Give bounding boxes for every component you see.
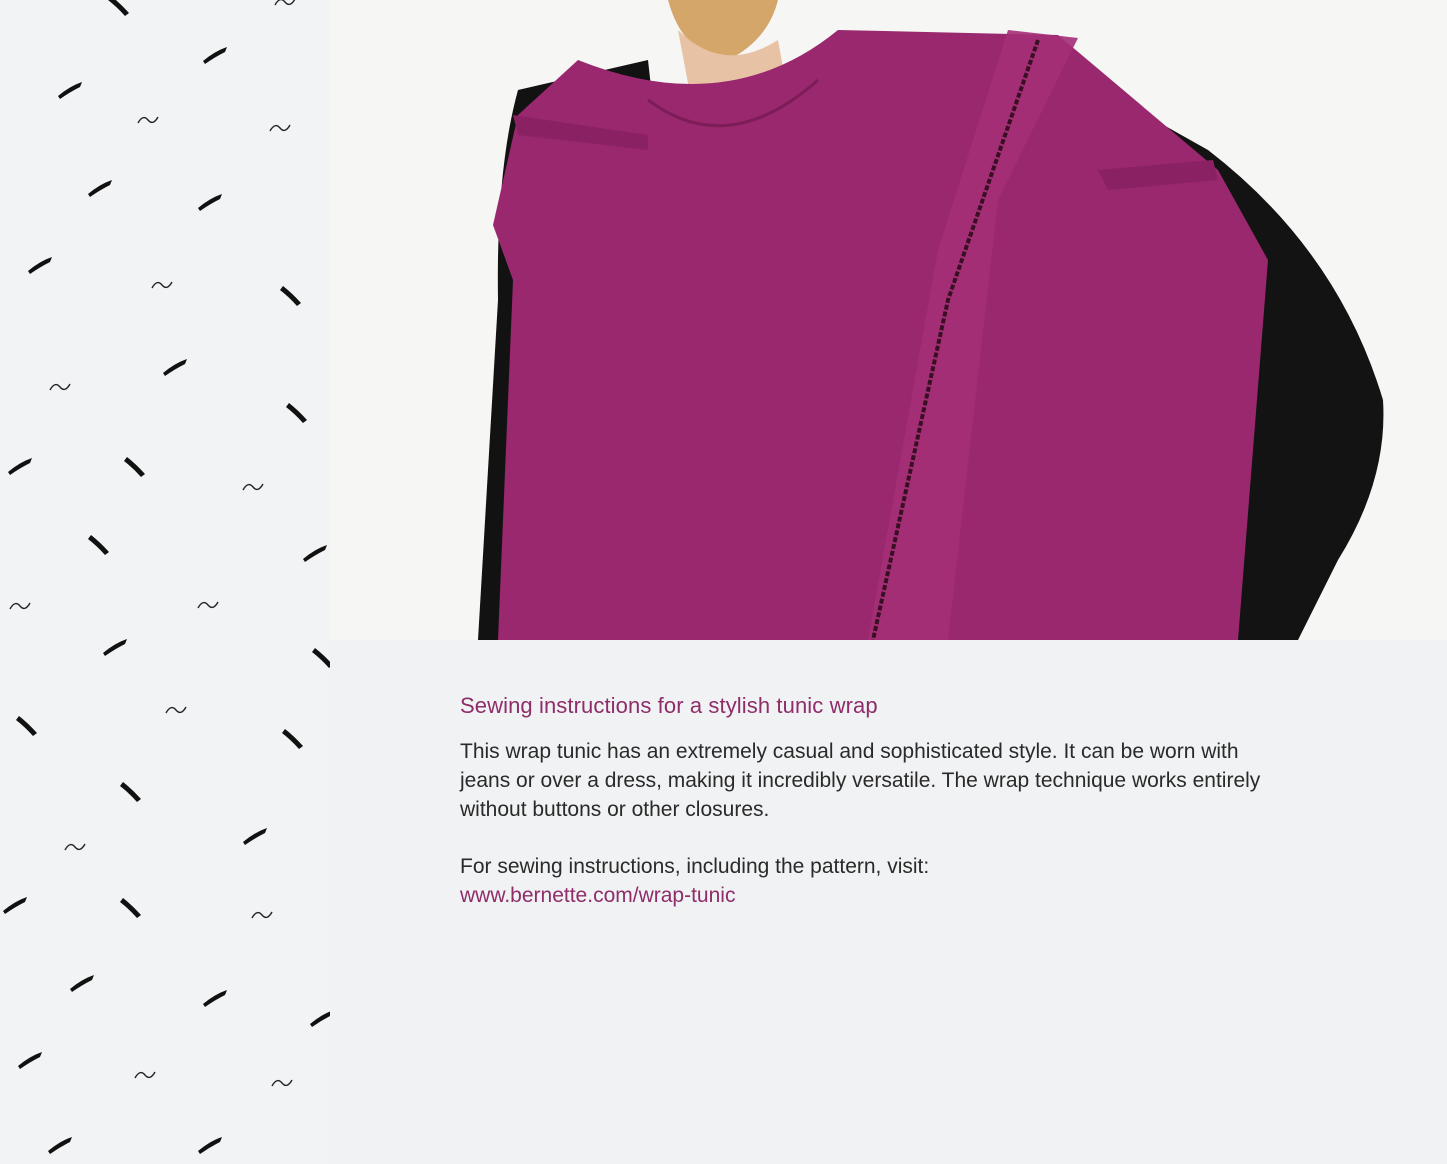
stitch-mark-icon [70, 975, 94, 992]
stitch-mark-icon [271, 1079, 293, 1087]
tunic-body [493, 30, 1268, 640]
stitch-mark-icon [203, 990, 227, 1007]
stitch-mark-icon [286, 403, 307, 423]
stitch-mark-icon [303, 545, 327, 562]
stitch-mark-icon [274, 0, 296, 6]
stitch-mark-icon [163, 359, 187, 376]
stitch-mark-icon [124, 457, 145, 477]
stitch-mark-icon [243, 828, 267, 845]
article-body: This wrap tunic has an extremely casual … [460, 740, 1261, 821]
stitch-mark-icon [88, 535, 109, 555]
stitch-mark-icon [198, 194, 222, 211]
stitch-mark-icon [64, 843, 86, 851]
stitch-mark-icon [108, 0, 129, 16]
stitch-mark-icon [151, 281, 173, 289]
stitch-mark-icon [58, 82, 82, 99]
stitch-mark-icon [16, 716, 37, 736]
instructions-link[interactable]: www.bernette.com/wrap-tunic [460, 881, 1280, 910]
stitch-mark-icon [49, 383, 71, 391]
stitch-mark-icon [103, 639, 127, 656]
tunic-photo [478, 0, 1384, 640]
stitch-mark-icon [137, 116, 159, 124]
stitch-mark-icon [28, 257, 52, 274]
stitch-mark-icon [134, 1071, 156, 1079]
article-title: Sewing instructions for a stylish tunic … [460, 693, 878, 718]
stitch-mark-icon [282, 729, 303, 749]
stitch-mark-icon [120, 898, 141, 918]
stitch-mark-icon [120, 782, 141, 802]
stitch-mark-icon [88, 180, 112, 197]
instructions-cta: For sewing instructions, including the p… [460, 852, 1280, 910]
stitch-mark-icon [251, 911, 273, 919]
stitch-mark-icon [280, 286, 301, 306]
stitch-mark-icon [3, 897, 27, 914]
stitch-mark-icon [269, 124, 291, 132]
stitch-mark-icon [18, 1052, 42, 1069]
cta-text: For sewing instructions, including the p… [460, 855, 930, 878]
stitch-mark-icon [242, 483, 264, 491]
stitch-mark-icon [48, 1137, 72, 1154]
stitch-mark-icon [197, 601, 219, 609]
stitch-mark-icon [165, 706, 187, 714]
stitch-mark-icon [9, 602, 31, 610]
stitch-mark-icon [198, 1137, 222, 1154]
stitch-mark-icon [203, 47, 227, 64]
stitch-mark-icon [8, 458, 32, 475]
